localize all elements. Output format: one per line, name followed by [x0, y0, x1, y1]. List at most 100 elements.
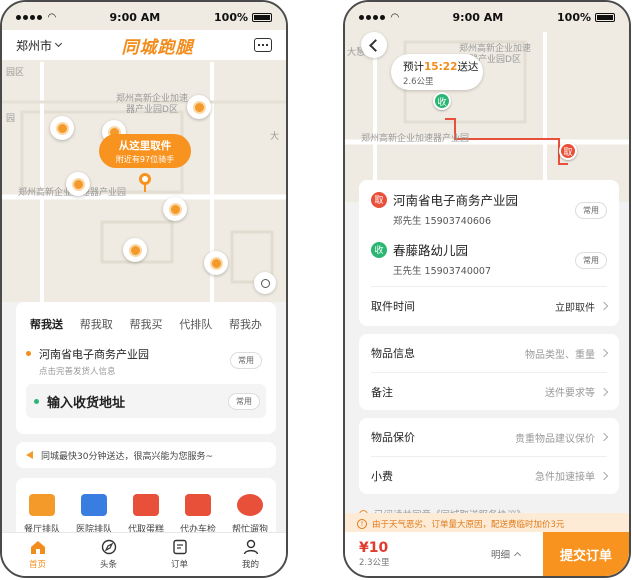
sender-address[interactable]: 河南省电子商务产业园 点击完善发货人信息 常用 — [16, 346, 276, 384]
chevron-left-icon — [369, 38, 382, 52]
speaker-icon — [26, 451, 33, 459]
receiver-address-input[interactable]: 输入收货地址 常用 — [26, 384, 266, 418]
rider-icon[interactable] — [50, 116, 74, 140]
sender-address-text: 河南省电子商务产业园 — [39, 348, 149, 361]
compass-icon — [101, 539, 116, 555]
address-card: 取 河南省电子商务产业园 郑先生 15903740606 常用 收 春藤路幼儿园… — [359, 180, 619, 326]
locate-icon[interactable] — [254, 272, 276, 294]
submit-order-button[interactable]: 提交订单 — [543, 532, 629, 576]
cake-icon — [133, 494, 159, 516]
pickup-name: 河南省电子商务产业园 — [393, 193, 519, 208]
nav-label: 头条 — [99, 560, 117, 570]
eta-suffix: 送达 — [457, 61, 479, 73]
rider-icon[interactable] — [66, 172, 90, 196]
location-pin-stem — [144, 184, 146, 192]
price-detail-button[interactable]: 明细 — [491, 547, 522, 561]
tab-fetch[interactable]: 帮我取 — [80, 316, 113, 332]
map-roads — [345, 2, 629, 202]
tab-queue[interactable]: 代排队 — [179, 316, 212, 332]
back-button[interactable] — [361, 32, 387, 58]
battery-icon — [252, 12, 272, 22]
rider-icon[interactable] — [204, 251, 228, 275]
hospital-icon — [81, 494, 107, 516]
car-icon — [185, 494, 211, 516]
wifi-icon: ◠ — [48, 11, 56, 23]
map-label: 郑州高新企业加速器产业园D区 — [115, 94, 188, 115]
rider-icon[interactable] — [163, 197, 187, 221]
app-header: 郑州市 同城跑腿 — [2, 30, 286, 60]
brand-logo: 同城跑腿 — [121, 37, 194, 58]
status-bar: ◠ 9:00 AM 100% — [345, 2, 629, 32]
sender-hint: 点击完善发货人信息 — [39, 367, 116, 377]
map-label: 大 — [270, 132, 280, 142]
dropoff-address[interactable]: 收 春藤路幼儿园 王先生 15903740007 常用 — [359, 234, 619, 286]
nav-label: 订单 — [170, 560, 188, 570]
tip-label: 小费 — [371, 469, 393, 483]
item-info-row[interactable]: 物品信息 物品类型、重量 — [359, 334, 619, 372]
pickup-marker[interactable]: 取 — [559, 142, 577, 160]
insurance-value: 贵重物品建议保价 — [515, 433, 595, 445]
battery-icon — [595, 12, 615, 22]
remark-label: 备注 — [371, 385, 393, 399]
status-bar: ◠ 9:00 AM 100% — [2, 2, 286, 32]
tab-buy[interactable]: 帮我买 — [130, 316, 163, 332]
chevron-right-icon — [599, 471, 609, 480]
phone-home: 郑州高新企业加速器产业园D区 郑州高新企业加速器产业园 园区 园 大 从这里取件… — [0, 0, 288, 578]
map-label: 郑州高新企业加速器产业园 — [361, 134, 470, 144]
signal-icon: ◠ — [359, 12, 399, 23]
rider-icon[interactable] — [123, 238, 147, 262]
status-time: 9:00 AM — [109, 10, 161, 24]
pickup-subtitle: 附近有97位骑手 — [115, 155, 175, 164]
tip-row[interactable]: 小费 急件加速接单 — [359, 457, 619, 494]
wifi-icon: ◠ — [391, 11, 399, 23]
battery-text: 100% — [214, 10, 248, 24]
pickup-bubble[interactable]: 从这里取件 附近有97位骑手 — [99, 134, 191, 168]
frequent-badge[interactable]: 常用 — [575, 202, 607, 219]
insurance-row[interactable]: 物品保价 贵重物品建议保价 — [359, 418, 619, 456]
frequent-badge[interactable]: 常用 — [230, 352, 262, 369]
nav-home[interactable]: 首页 — [13, 539, 63, 576]
notice-bar: 同城最快30分钟送达，很高兴能为您服务~ — [16, 442, 276, 468]
battery-text: 100% — [557, 10, 591, 24]
dropoff-contact: 王先生 15903740007 — [393, 266, 492, 277]
nav-mine[interactable]: 我的 — [226, 539, 276, 576]
dog-icon — [237, 494, 263, 516]
item-info-label: 物品信息 — [371, 347, 415, 360]
tab-deliver[interactable]: 帮我送 — [30, 316, 63, 335]
pickup-tag: 取 — [371, 191, 387, 208]
chevron-up-icon — [513, 551, 522, 560]
pay-bar: ¥10 2.3公里 明细 提交订单 — [345, 532, 629, 576]
order-card: 帮我送 帮我取 帮我买 代排队 帮我办 河南省电子商务产业园 点击完善发货人信息… — [16, 302, 276, 434]
receive-marker[interactable]: 收 — [433, 92, 451, 110]
chevron-right-icon — [599, 348, 609, 358]
dropoff-tag: 收 — [371, 241, 387, 258]
eta-distance: 2.6公里 — [403, 77, 434, 87]
city-selector[interactable]: 郑州市 — [16, 37, 63, 54]
insurance-label: 物品保价 — [371, 431, 415, 444]
chevron-down-icon — [54, 39, 63, 48]
frequent-badge[interactable]: 常用 — [575, 252, 607, 269]
pickup-contact: 郑先生 15903740606 — [393, 216, 492, 227]
rider-icon[interactable] — [187, 95, 211, 119]
status-time: 9:00 AM — [452, 10, 504, 24]
price: ¥10 — [359, 540, 389, 556]
tip-value: 急件加速接单 — [535, 472, 595, 483]
tab-errand[interactable]: 帮我办 — [229, 316, 262, 332]
route-map[interactable]: 郑州高新企业加速器产业园D区 郑州高新企业加速器产业园 大慧谷 收 取 预计15… — [345, 2, 629, 202]
nav-headlines[interactable]: 头条 — [84, 539, 134, 576]
route-distance: 2.3公里 — [359, 558, 390, 568]
remark-value: 送件要求等 — [545, 388, 595, 399]
city-name: 郑州市 — [16, 38, 53, 53]
sender-dot — [26, 351, 31, 356]
pickup-time-row[interactable]: 取件时间 立即取件 — [359, 287, 619, 325]
message-icon[interactable] — [253, 38, 272, 52]
remark-row[interactable]: 备注 送件要求等 — [359, 373, 619, 410]
order-icon — [172, 539, 187, 555]
frequent-badge[interactable]: 常用 — [228, 393, 260, 410]
item-card: 物品信息 物品类型、重量 备注 送件要求等 — [359, 334, 619, 410]
pickup-address[interactable]: 取 河南省电子商务产业园 郑先生 15903740606 常用 — [359, 180, 619, 234]
eta-line: 预计15:22送达 — [403, 59, 483, 74]
nav-orders[interactable]: 订单 — [155, 539, 205, 576]
nav-label: 我的 — [241, 560, 259, 570]
dropoff-name: 春藤路幼儿园 — [393, 243, 469, 258]
